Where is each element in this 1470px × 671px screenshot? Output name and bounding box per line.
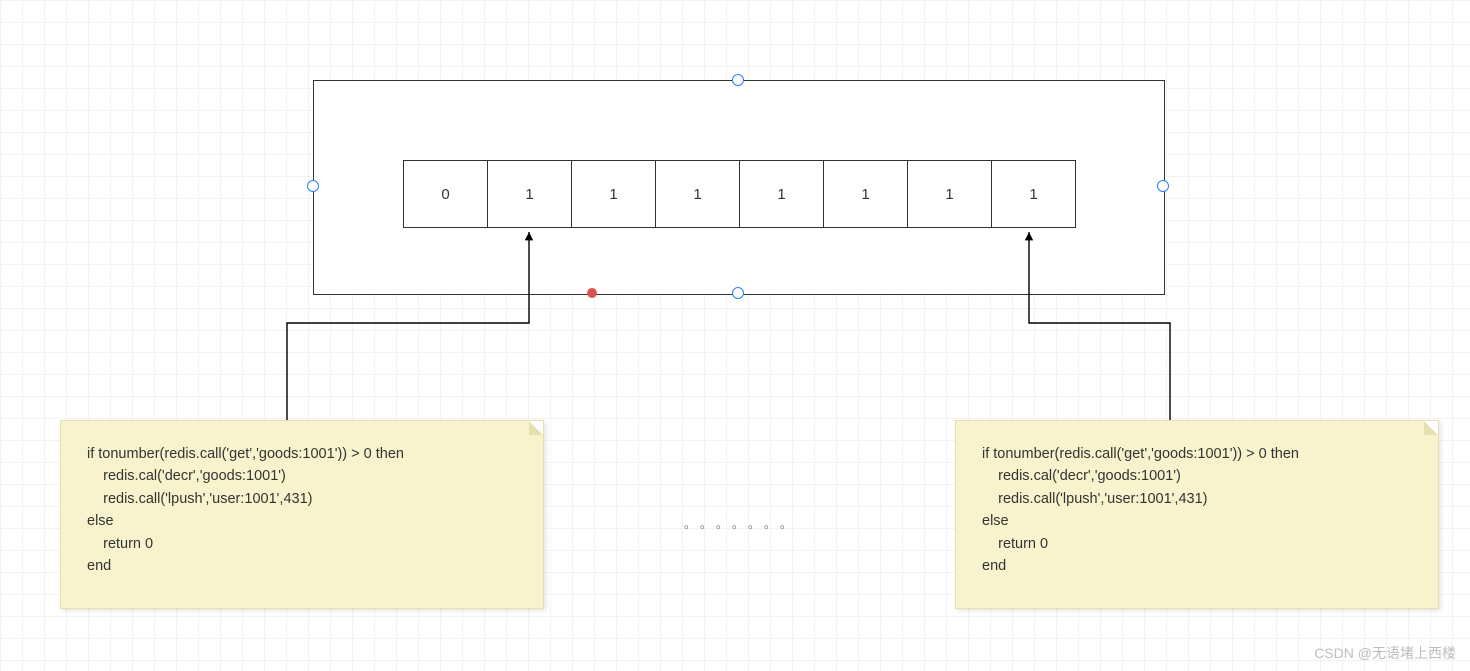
cell-value: 1 xyxy=(777,186,785,203)
queue-cell-0: 0 xyxy=(404,161,488,227)
queue-cell-3: 1 xyxy=(656,161,740,227)
anchor-top-icon xyxy=(732,74,744,86)
code-line: return 0 xyxy=(87,536,153,552)
cell-value: 1 xyxy=(945,186,953,203)
cell-value: 1 xyxy=(525,186,533,203)
cell-value: 1 xyxy=(693,186,701,203)
anchor-active-icon xyxy=(587,288,597,298)
cell-value: 0 xyxy=(441,186,449,203)
code-line: end xyxy=(87,558,111,574)
watermark-text: CSDN @无语堵上西楼 xyxy=(1314,643,1456,663)
code-line: redis.call('lpush','user:1001',431) xyxy=(87,491,312,507)
code-line: redis.cal('decr','goods:1001') xyxy=(87,468,286,484)
anchor-left-icon xyxy=(307,180,319,192)
code-line: if tonumber(redis.call('get','goods:1001… xyxy=(87,446,404,462)
code-note-right: if tonumber(redis.call('get','goods:1001… xyxy=(955,420,1439,609)
code-line: else xyxy=(87,513,114,529)
cell-value: 1 xyxy=(609,186,617,203)
ellipsis-dots: 。。。。。。。 xyxy=(684,515,802,532)
queue-cell-5: 1 xyxy=(824,161,908,227)
queue-cell-6: 1 xyxy=(908,161,992,227)
queue-cell-4: 1 xyxy=(740,161,824,227)
queue-cell-7: 1 xyxy=(992,161,1075,227)
code-line: redis.cal('decr','goods:1001') xyxy=(982,468,1181,484)
diagram-canvas: 0 1 1 1 1 1 1 1 if tonumber(redis.call('… xyxy=(0,0,1470,671)
queue-cell-2: 1 xyxy=(572,161,656,227)
anchor-bottom-icon xyxy=(732,287,744,299)
queue-cell-1: 1 xyxy=(488,161,572,227)
code-line: else xyxy=(982,513,1009,529)
code-note-left: if tonumber(redis.call('get','goods:1001… xyxy=(60,420,544,609)
code-line: end xyxy=(982,558,1006,574)
anchor-right-icon xyxy=(1157,180,1169,192)
code-line: return 0 xyxy=(982,536,1048,552)
code-line: redis.call('lpush','user:1001',431) xyxy=(982,491,1207,507)
cell-value: 1 xyxy=(861,186,869,203)
queue-row: 0 1 1 1 1 1 1 1 xyxy=(403,160,1076,228)
cell-value: 1 xyxy=(1029,186,1037,203)
code-line: if tonumber(redis.call('get','goods:1001… xyxy=(982,446,1299,462)
